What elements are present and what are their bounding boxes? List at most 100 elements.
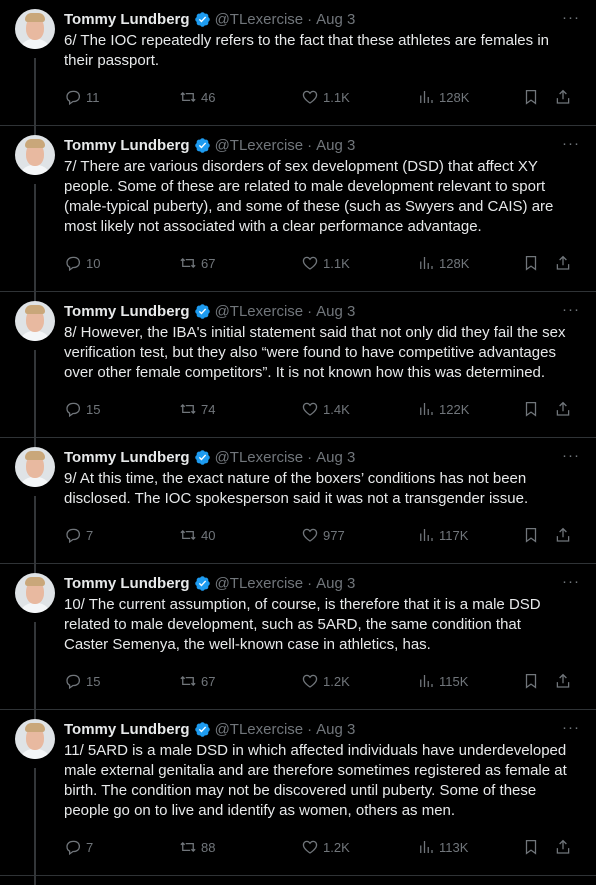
author-handle[interactable]: @TLexercise <box>215 575 304 592</box>
author-handle[interactable]: @TLexercise <box>215 303 304 320</box>
more-options-icon[interactable]: ··· <box>562 9 580 26</box>
tweet-date[interactable]: Aug 3 <box>316 721 355 738</box>
author-name[interactable]: Tommy Lundberg <box>64 449 190 466</box>
views-icon <box>420 841 433 853</box>
view-count: 115K <box>439 673 469 689</box>
retweet-icon <box>180 841 196 853</box>
retweet-button[interactable]: 46 <box>179 88 301 106</box>
like-icon <box>302 90 318 104</box>
like-icon <box>302 528 318 542</box>
tweet-date[interactable]: Aug 3 <box>316 575 355 592</box>
tweet[interactable]: Tommy Lundberg @TLexercise · Aug 3 ··· 1… <box>0 710 596 885</box>
tweet-text: 11/ 5ARD is a male DSD in which affected… <box>64 742 567 819</box>
tweet-header: Tommy Lundberg @TLexercise · Aug 3 <box>64 10 582 28</box>
tweet-date[interactable]: Aug 3 <box>316 137 355 154</box>
bookmark-button[interactable] <box>522 88 554 106</box>
more-options-icon[interactable]: ··· <box>562 447 580 464</box>
tweet-date[interactable]: Aug 3 <box>316 303 355 320</box>
tweet-actions: 7 40 977 117K <box>64 525 582 563</box>
author-name[interactable]: Tommy Lundberg <box>64 303 190 320</box>
reply-button[interactable]: 15 <box>64 672 179 690</box>
tweet[interactable]: Tommy Lundberg @TLexercise · Aug 3 ··· 8… <box>0 292 596 447</box>
avatar[interactable] <box>15 9 55 49</box>
like-button[interactable]: 1.1K <box>301 88 417 106</box>
author-name[interactable]: Tommy Lundberg <box>64 11 190 28</box>
avatar[interactable] <box>15 719 55 759</box>
more-options-icon[interactable]: ··· <box>562 135 580 152</box>
thread-connector <box>34 622 36 719</box>
author-handle[interactable]: @TLexercise <box>215 11 304 28</box>
reply-count: 7 <box>86 839 94 855</box>
reply-button[interactable]: 10 <box>64 254 179 272</box>
like-button[interactable]: 977 <box>301 526 417 544</box>
bookmark-button[interactable] <box>522 254 554 272</box>
share-button[interactable] <box>554 254 572 272</box>
reply-button[interactable]: 7 <box>64 526 179 544</box>
like-button[interactable]: 1.4K <box>301 400 417 418</box>
share-icon <box>556 401 570 416</box>
author-name[interactable]: Tommy Lundberg <box>64 137 190 154</box>
share-button[interactable] <box>554 672 572 690</box>
share-button[interactable] <box>554 526 572 544</box>
retweet-button[interactable]: 40 <box>179 526 301 544</box>
avatar[interactable] <box>15 301 55 341</box>
tweet[interactable]: Tommy Lundberg @TLexercise · Aug 3 ··· 7… <box>0 126 596 301</box>
reply-count: 10 <box>86 255 101 271</box>
views-icon <box>420 675 433 687</box>
more-options-icon[interactable]: ··· <box>562 301 580 318</box>
reply-count: 15 <box>86 673 101 689</box>
like-button[interactable]: 1.2K <box>301 672 417 690</box>
tweet-text: 6/ The IOC repeatedly refers to the fact… <box>64 32 549 69</box>
separator-dot: · <box>307 10 313 28</box>
retweet-button[interactable]: 67 <box>179 672 301 690</box>
reply-icon <box>66 674 81 690</box>
views-button[interactable]: 115K <box>417 672 522 690</box>
tweet[interactable]: Tommy Lundberg @TLexercise · Aug 3 ··· 6… <box>0 0 596 135</box>
share-icon <box>556 527 570 542</box>
more-options-icon[interactable]: ··· <box>562 573 580 590</box>
share-button[interactable] <box>554 838 572 856</box>
author-handle[interactable]: @TLexercise <box>215 137 304 154</box>
tweet-text: 7/ There are various disorders of sex de… <box>64 158 554 235</box>
reply-button[interactable]: 15 <box>64 400 179 418</box>
more-options-icon[interactable]: ··· <box>562 719 580 736</box>
tweet-date[interactable]: Aug 3 <box>316 449 355 466</box>
views-button[interactable]: 117K <box>417 526 522 544</box>
tweet-date[interactable]: Aug 3 <box>316 11 355 28</box>
views-button[interactable]: 113K <box>417 838 522 856</box>
share-button[interactable] <box>554 88 572 106</box>
tweet[interactable]: Tommy Lundberg @TLexercise · Aug 3 ··· 1… <box>0 564 596 719</box>
reply-count: 7 <box>86 527 94 543</box>
like-button[interactable]: 1.1K <box>301 254 417 272</box>
view-count: 113K <box>439 839 469 855</box>
share-button[interactable] <box>554 400 572 418</box>
avatar[interactable] <box>15 447 55 487</box>
avatar[interactable] <box>15 573 55 613</box>
author-handle[interactable]: @TLexercise <box>215 721 304 738</box>
views-button[interactable]: 122K <box>417 400 522 418</box>
like-count: 1.2K <box>323 839 350 855</box>
author-name[interactable]: Tommy Lundberg <box>64 575 190 592</box>
view-count: 117K <box>439 527 469 543</box>
reply-button[interactable]: 11 <box>64 88 179 106</box>
views-button[interactable]: 128K <box>417 88 522 106</box>
views-button[interactable]: 128K <box>417 254 522 272</box>
bookmark-button[interactable] <box>522 400 554 418</box>
author-handle[interactable]: @TLexercise <box>215 449 304 466</box>
author-name[interactable]: Tommy Lundberg <box>64 721 190 738</box>
bookmark-button[interactable] <box>522 838 554 856</box>
tweet[interactable]: Tommy Lundberg @TLexercise · Aug 3 ··· 9… <box>0 438 596 573</box>
retweet-button[interactable]: 74 <box>179 400 301 418</box>
retweet-button[interactable]: 88 <box>179 838 301 856</box>
avatar[interactable] <box>15 135 55 175</box>
like-button[interactable]: 1.2K <box>301 838 417 856</box>
retweet-count: 74 <box>201 401 216 417</box>
view-count: 128K <box>439 255 470 271</box>
tweet-actions: 15 67 1.2K 115K <box>64 671 582 709</box>
bookmark-button[interactable] <box>522 672 554 690</box>
bookmark-button[interactable] <box>522 526 554 544</box>
thread-connector <box>34 496 36 573</box>
separator-dot: · <box>307 302 313 320</box>
reply-button[interactable]: 7 <box>64 838 179 856</box>
retweet-button[interactable]: 67 <box>179 254 301 272</box>
